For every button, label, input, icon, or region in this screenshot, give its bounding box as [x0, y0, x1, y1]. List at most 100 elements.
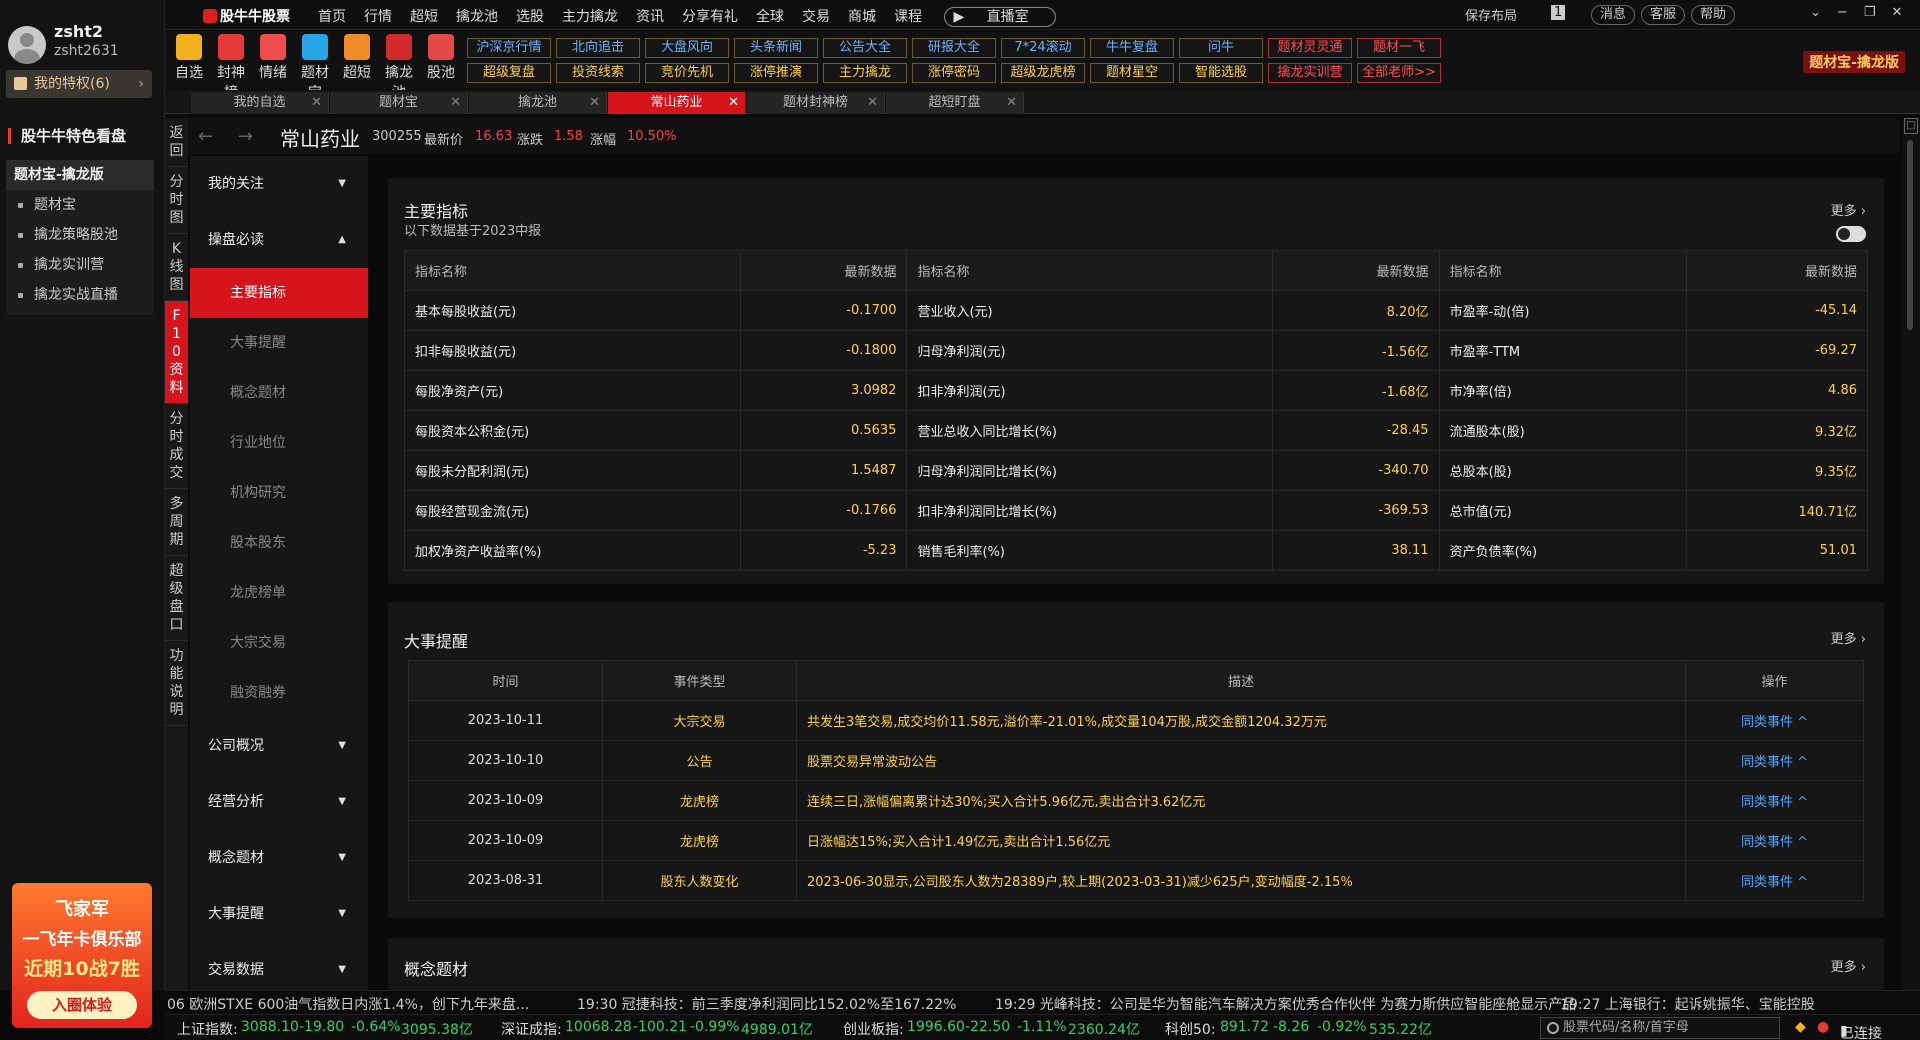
- submenu-group[interactable]: 操盘必读 ▲: [190, 212, 368, 268]
- sidebar-item[interactable]: 擒龙实战直播: [6, 280, 154, 310]
- toggle-switch[interactable]: [1836, 226, 1866, 242]
- tab[interactable]: 常山药业 ✕: [608, 92, 746, 114]
- toolbar-icon-button[interactable]: 自选: [169, 34, 209, 82]
- quick-link[interactable]: 投资线索: [556, 63, 640, 83]
- more-link[interactable]: 更多 ›: [1831, 956, 1866, 975]
- similar-events-link[interactable]: 同类事件 ^: [1685, 700, 1864, 741]
- quick-link[interactable]: 题材一飞: [1357, 38, 1441, 58]
- menu-item[interactable]: 首页: [318, 9, 346, 25]
- vertical-nav-item[interactable]: K线图: [165, 234, 188, 301]
- similar-events-link[interactable]: 同类事件 ^: [1685, 740, 1864, 781]
- quick-link[interactable]: 北向追击: [556, 38, 640, 58]
- quick-link[interactable]: 竞价先机: [645, 63, 729, 83]
- vertical-nav-item[interactable]: 分时图: [165, 167, 188, 234]
- service-button[interactable]: 客服: [1641, 5, 1686, 25]
- submenu-group[interactable]: 概念题材 ▼: [190, 830, 368, 886]
- submenu-item[interactable]: 融资融券: [190, 668, 368, 718]
- menu-item[interactable]: 擒龙池: [456, 9, 498, 25]
- menu-item[interactable]: 资讯: [636, 9, 664, 25]
- submenu-item[interactable]: 主要指标: [190, 268, 368, 318]
- toolbar-icon-button[interactable]: 情绪: [253, 34, 293, 82]
- minimize-icon[interactable]: −: [1837, 5, 1864, 20]
- submenu-item[interactable]: 行业地位: [190, 418, 368, 468]
- index-name[interactable]: 创业板指:: [843, 1019, 904, 1039]
- submenu-item[interactable]: 龙虎榜单: [190, 568, 368, 618]
- ticker-item[interactable]: 19:29 光峰科技：公司是华为智能汽车解决方案优秀合作伙伴 为赛力斯供应智能座…: [995, 994, 1576, 1014]
- menu-item[interactable]: 主力擒龙: [562, 9, 618, 25]
- close-icon[interactable]: ✕: [450, 92, 461, 114]
- tab[interactable]: 超短盯盘 ✕: [886, 92, 1024, 114]
- ticker-item[interactable]: 19:30 冠捷科技：前三季度净利润同比152.02%至167.22%: [577, 994, 956, 1014]
- quick-link[interactable]: 题材灵灵通: [1268, 38, 1352, 58]
- quick-link[interactable]: 大盘风向: [645, 38, 729, 58]
- privilege-button[interactable]: 我的特权(6) ›: [6, 70, 152, 98]
- menu-item[interactable]: 全球: [756, 9, 784, 25]
- menu-item[interactable]: 分享有礼: [682, 9, 738, 25]
- close-icon[interactable]: ✕: [1006, 92, 1017, 114]
- more-link[interactable]: 更多 ›: [1831, 200, 1866, 219]
- back-arrow-icon[interactable]: ←: [198, 126, 213, 147]
- tab[interactable]: 题材宝 ✕: [330, 92, 468, 114]
- toolbar-icon-button[interactable]: 股池: [421, 34, 461, 82]
- submenu-item[interactable]: 大事提醒: [190, 318, 368, 368]
- similar-events-link[interactable]: 同类事件 ^: [1685, 780, 1864, 821]
- submenu-item[interactable]: 机构研究: [190, 468, 368, 518]
- submenu-item[interactable]: 股本股东: [190, 518, 368, 568]
- layout-number[interactable]: 1: [1551, 5, 1566, 20]
- quick-link[interactable]: 沪深京行情: [467, 38, 551, 58]
- quick-link[interactable]: 问牛: [1179, 38, 1263, 58]
- vertical-nav-item[interactable]: F10资料: [165, 301, 188, 404]
- quick-link[interactable]: 题材星空: [1090, 63, 1174, 83]
- save-layout-button[interactable]: 保存布局: [1465, 5, 1517, 24]
- avatar[interactable]: [8, 26, 46, 64]
- dropdown-icon[interactable]: ⌄: [1810, 5, 1837, 20]
- menu-item[interactable]: 超短: [410, 9, 438, 25]
- collapse-icon[interactable]: □: [1904, 118, 1918, 134]
- sidebar-item[interactable]: 题材宝: [6, 190, 154, 220]
- quick-link[interactable]: 超级复盘: [467, 63, 551, 83]
- restore-icon[interactable]: ❐: [1864, 5, 1892, 20]
- message-button[interactable]: 消息: [1591, 5, 1636, 25]
- similar-events-link[interactable]: 同类事件 ^: [1685, 820, 1864, 861]
- submenu-group[interactable]: 公司概况 ▼: [190, 718, 368, 774]
- index-name[interactable]: 上证指数:: [177, 1019, 238, 1039]
- close-icon[interactable]: ✕: [1891, 5, 1918, 20]
- vertical-nav-item[interactable]: 分时成交: [165, 404, 188, 489]
- menu-item[interactable]: 交易: [802, 9, 830, 25]
- quick-link[interactable]: 涨停推演: [734, 63, 818, 83]
- submenu-item[interactable]: 概念题材: [190, 368, 368, 418]
- sidebar-item[interactable]: 擒龙策略股池: [6, 220, 154, 250]
- more-link[interactable]: 更多 ›: [1831, 628, 1866, 647]
- menu-item[interactable]: 选股: [516, 9, 544, 25]
- bell-icon[interactable]: ●: [1817, 1019, 1829, 1035]
- quick-link[interactable]: 7*24滚动: [1001, 38, 1085, 58]
- menu-item[interactable]: 商城: [848, 9, 876, 25]
- scroll-thumb[interactable]: [1907, 140, 1913, 330]
- menu-item[interactable]: 行情: [364, 9, 392, 25]
- vertical-nav-item[interactable]: 功能说明: [165, 641, 188, 726]
- stock-search-input[interactable]: 股票代码/名称/首字母: [1540, 1017, 1780, 1039]
- quick-link[interactable]: 全部老师>>: [1357, 63, 1441, 83]
- live-room-button[interactable]: ▶ 直播室: [944, 7, 1056, 27]
- help-button[interactable]: 帮助: [1691, 5, 1736, 25]
- quick-link[interactable]: 头条新闻: [734, 38, 818, 58]
- sidebar-group-header[interactable]: 题材宝-擒龙版: [6, 160, 154, 190]
- sidebar-item[interactable]: 擒龙实训营: [6, 250, 154, 280]
- tab[interactable]: 我的自选 ✕: [191, 92, 329, 114]
- quick-link[interactable]: 牛牛复盘: [1090, 38, 1174, 58]
- quick-link[interactable]: 擒龙实训营: [1268, 63, 1352, 83]
- vertical-nav-item[interactable]: 返回: [165, 118, 188, 167]
- quick-link[interactable]: 超级龙虎榜: [1001, 63, 1085, 83]
- quick-link[interactable]: 主力擒龙: [823, 63, 907, 83]
- toolbar-icon-button[interactable]: 超短: [337, 34, 377, 82]
- quick-link[interactable]: 公告大全: [823, 38, 907, 58]
- vertical-nav-item[interactable]: 超级盘口: [165, 556, 188, 641]
- index-name[interactable]: 深证成指:: [501, 1019, 562, 1039]
- ad-button[interactable]: 入圈体验: [27, 991, 137, 1019]
- similar-events-link[interactable]: 同类事件 ^: [1685, 860, 1864, 901]
- quick-link[interactable]: 涨停密码: [912, 63, 996, 83]
- ticker-item[interactable]: 19:27 上海银行：起诉姚振华、宝能控股: [1560, 994, 1815, 1014]
- close-icon[interactable]: ✕: [311, 92, 322, 114]
- close-icon[interactable]: ✕: [728, 92, 739, 114]
- submenu-group[interactable]: 我的关注 ▼: [190, 156, 368, 212]
